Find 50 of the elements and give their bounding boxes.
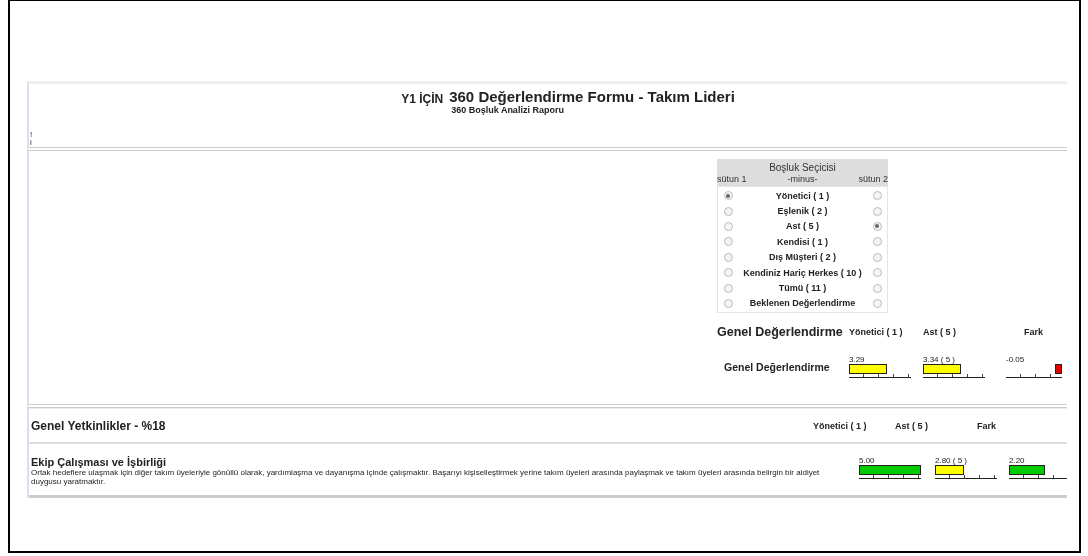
minus-label: -minus- — [787, 174, 818, 184]
radio-button[interactable] — [872, 221, 882, 231]
score-value: 3.34 ( 5 ) — [923, 355, 955, 365]
score-value: 2.20 — [1009, 456, 1025, 465]
column-header: Ast ( 5 ) — [923, 327, 957, 338]
section-heading: Genel Değerlendirme — [717, 325, 844, 340]
column-header: Yönetici ( 1 ) — [849, 327, 904, 338]
column-header: Fark — [1023, 327, 1044, 338]
column-header: Yönetici ( 1 ) — [813, 420, 868, 431]
radio-button[interactable] — [723, 237, 733, 247]
radio-button[interactable] — [872, 206, 882, 216]
selector-title: Boşluk Seçicisi — [768, 162, 837, 173]
column-label: sütun 2 — [858, 174, 888, 184]
radio-button[interactable] — [723, 191, 733, 201]
radio-button[interactable] — [872, 298, 882, 308]
competency-description: Ortak hedeflere ulaşmak için diğer takım üyeleriyle gönüllü olarak, yardımlaşma ve dayanışma içinde çalışmaktır. Başarıyı kişiselleştirmek yerine takım üyeleri arasında paylaşmak ve takım üyeleri arasında belirgin bir aidiyet duygusu yaratmaktır. — [30, 468, 821, 486]
option-label: Yönetici ( 1 ) — [774, 190, 831, 201]
radio-button[interactable] — [723, 268, 733, 278]
score-value: 2.80 ( 5 ) — [935, 456, 967, 465]
radio-button[interactable] — [872, 268, 882, 278]
option-label: Dış Müşteri ( 2 ) — [768, 252, 837, 263]
option-label: Kendiniz Hariç Herkes ( 10 ) — [742, 267, 863, 278]
info-mark: ! — [30, 131, 34, 139]
competency-title: Ekip Çalışması ve İşbirliği — [30, 456, 168, 468]
radio-button[interactable] — [723, 221, 733, 231]
radio-button[interactable] — [723, 298, 733, 308]
radio-button[interactable] — [872, 191, 882, 201]
score-value: -0.05 — [1006, 355, 1025, 365]
radio-button[interactable] — [872, 252, 882, 262]
radio-button[interactable] — [872, 237, 882, 247]
section-heading: Genel Yetkinlikler - %18 — [30, 418, 167, 433]
column-header: Fark — [977, 420, 997, 431]
radio-button[interactable] — [723, 206, 733, 216]
column-label: sütun 1 — [717, 174, 747, 184]
report-subtitle: 360 Boşluk Analizi Raporu — [451, 105, 564, 115]
score-value: 3.29 — [849, 355, 865, 365]
report-title: 360 Değerlendirme Formu - Takım Lideri — [449, 88, 735, 105]
report-prefix: Y1 İÇİN — [401, 92, 444, 106]
radio-button[interactable] — [723, 283, 733, 293]
score-value: 5.00 — [859, 456, 875, 465]
radio-button[interactable] — [872, 283, 882, 293]
info-mark: i — [30, 139, 33, 147]
option-label: Ast ( 5 ) — [785, 221, 820, 232]
option-label: Eşlenik ( 2 ) — [776, 206, 829, 217]
option-label: Tümü ( 11 ) — [777, 283, 828, 294]
option-label: Kendisi ( 1 ) — [776, 236, 829, 247]
option-label: Beklenen Değerlendirme — [748, 298, 857, 309]
column-header: Ast ( 5 ) — [895, 420, 929, 431]
radio-button[interactable] — [723, 252, 733, 262]
row-label: Genel Değerlendirme — [723, 360, 831, 373]
